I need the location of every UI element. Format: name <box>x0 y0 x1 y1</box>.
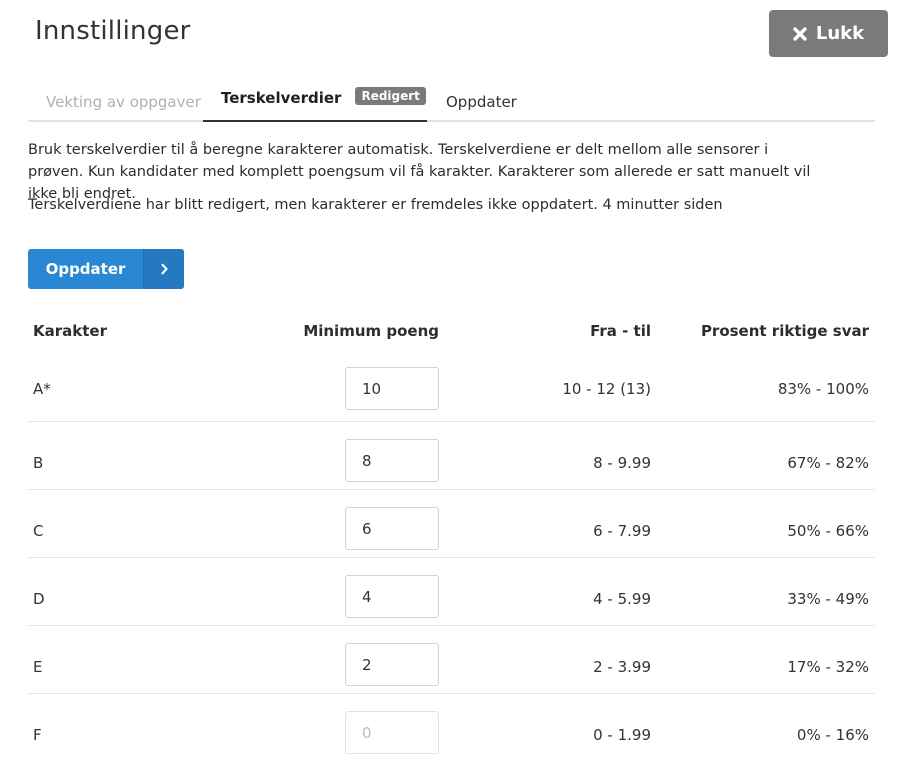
table-row: E 2 - 3.99 17% - 32% <box>28 626 875 694</box>
min-points-input[interactable] <box>345 507 439 550</box>
percent-cell: 0% - 16% <box>796 726 869 744</box>
tab-thresholds[interactable]: Terskelverdier Redigert <box>203 82 427 122</box>
range-cell: 0 - 1.99 <box>593 726 651 744</box>
min-points-input[interactable] <box>345 643 439 686</box>
update-button-label: Oppdater <box>45 260 126 278</box>
close-icon <box>793 26 807 41</box>
header-range: Fra - til <box>590 322 651 340</box>
min-points-input[interactable] <box>345 367 439 410</box>
grade-cell: B <box>33 454 44 472</box>
min-points-input[interactable] <box>345 575 439 618</box>
table-row: D 4 - 5.99 33% - 49% <box>28 558 875 626</box>
table-header: Karakter Minimum poeng Fra - til Prosent… <box>28 312 875 350</box>
grade-cell: E <box>33 658 43 676</box>
close-button-label: Lukk <box>815 23 865 44</box>
update-button[interactable]: Oppdater <box>28 249 184 289</box>
grade-cell: D <box>33 590 45 608</box>
percent-cell: 83% - 100% <box>777 380 869 398</box>
tab-update-label: Oppdater <box>446 93 517 111</box>
grade-cell: A* <box>33 380 51 398</box>
tab-thresholds-label: Terskelverdier <box>221 89 342 107</box>
tab-update[interactable]: Oppdater <box>427 82 547 122</box>
percent-cell: 33% - 49% <box>787 590 869 608</box>
table-row: C 6 - 7.99 50% - 66% <box>28 490 875 558</box>
grade-cell: C <box>33 522 44 540</box>
header-min-points: Minimum poeng <box>303 322 439 340</box>
range-cell: 6 - 7.99 <box>593 522 651 540</box>
table-row: A* 10 - 12 (13) 83% - 100% <box>28 350 875 422</box>
range-cell: 2 - 3.99 <box>593 658 651 676</box>
range-cell: 10 - 12 (13) <box>562 380 651 398</box>
min-points-input <box>345 711 439 754</box>
table-row: F 0 - 1.99 0% - 16% <box>28 694 875 762</box>
page-title: Innstillinger <box>35 16 191 46</box>
close-button[interactable]: Lukk <box>769 10 888 57</box>
threshold-table: Karakter Minimum poeng Fra - til Prosent… <box>28 312 875 762</box>
min-points-input[interactable] <box>345 439 439 482</box>
tab-weighting-label: Vekting av oppgaver <box>46 93 201 111</box>
tab-weighting[interactable]: Vekting av oppgaver <box>28 82 203 122</box>
range-cell: 8 - 9.99 <box>593 454 651 472</box>
grade-cell: F <box>33 726 42 744</box>
status-text: Terskelverdiene har blitt redigert, men … <box>28 197 723 213</box>
percent-cell: 50% - 66% <box>787 522 869 540</box>
percent-cell: 67% - 82% <box>787 454 869 472</box>
edited-badge: Redigert <box>355 87 426 105</box>
chevron-right-icon <box>143 249 184 289</box>
range-cell: 4 - 5.99 <box>593 590 651 608</box>
header-percent: Prosent riktige svar <box>700 322 869 340</box>
percent-cell: 17% - 32% <box>787 658 869 676</box>
tab-bar: Vekting av oppgaver Terskelverdier Redig… <box>28 82 875 122</box>
header-grade: Karakter <box>33 322 107 340</box>
table-row: B 8 - 9.99 67% - 82% <box>28 422 875 490</box>
